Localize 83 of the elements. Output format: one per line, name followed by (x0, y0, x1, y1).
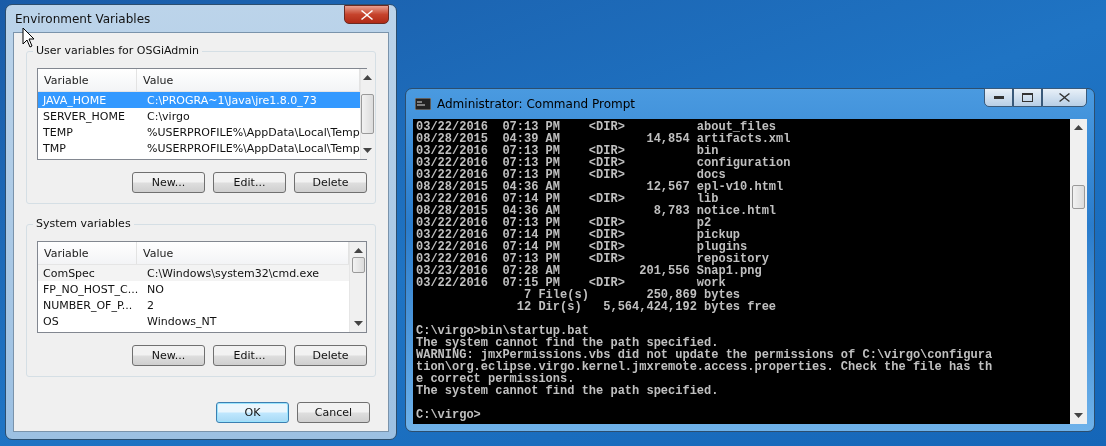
dialog-button[interactable]: New... (132, 172, 205, 193)
console-line: 08/28/2015 04:36 AM 12,567 epl-v10.html (416, 181, 785, 193)
console-line: 08/28/2015 04:36 AM 8,783 notice.html (416, 205, 778, 217)
console-line: WARNING: jmxPermissions.vbs did not update the permissions of C:\virgo\configura (416, 349, 994, 361)
column-header[interactable]: Variable (38, 69, 137, 91)
mouse-pointer-icon (22, 27, 36, 49)
console-line: 03/22/2016 07:13 PM <DIR> repository (416, 253, 770, 265)
close-icon (360, 9, 373, 20)
scrollbar-thumb[interactable] (360, 94, 374, 134)
console-line: 03/22/2016 07:13 PM <DIR> p2 (416, 217, 712, 229)
console-line: 03/23/2016 07:28 AM 201,556 Snap1.png (416, 265, 763, 277)
console-line: 12 Dir(s) 5,564,424,192 bytes free (515, 301, 778, 313)
variable-value: C:\Windows\system32\cmd.exe (146, 266, 321, 280)
console-line: The system cannot find the path specified. (416, 337, 720, 349)
console-line: 03/22/2016 07:14 PM <DIR> pickup (416, 229, 741, 241)
scroll-down-icon (1074, 413, 1083, 418)
close-button[interactable] (1042, 88, 1087, 107)
dialog-button[interactable]: Edit... (213, 345, 286, 366)
console-line: 03/22/2016 07:13 PM <DIR> configuration (416, 157, 792, 169)
close-button[interactable] (344, 5, 389, 24)
console-line: 03/22/2016 07:13 PM <DIR> bin (416, 145, 719, 157)
console-line: 03/22/2016 07:13 PM <DIR> about_files (416, 121, 777, 133)
list-row[interactable]: NUMBER_OF_P... 2 (38, 297, 349, 313)
console-line: 03/22/2016 07:14 PM <DIR> plugins (416, 241, 748, 253)
window-title: Environment Variables (14, 11, 151, 26)
scrollbar[interactable] (359, 69, 374, 159)
scroll-up-icon (353, 248, 363, 253)
console-line: e correct permissions. (416, 373, 575, 385)
variable-value: C:\PROGRA~1\Java\jre1.8.0_73 (146, 93, 318, 107)
dialog-button[interactable]: Edit... (213, 172, 286, 193)
variable-name: JAVA_HOME (43, 93, 108, 107)
scrollbar-thumb[interactable] (1072, 185, 1085, 209)
close-icon (1059, 93, 1070, 102)
console-line: 08/28/2015 04:39 AM 14,854 artifacts.xml (416, 133, 792, 145)
column-header[interactable]: Variable (38, 242, 137, 264)
list-row[interactable]: TEMP %USERPROFILE%\AppData\Local\Temp (38, 124, 360, 140)
scroll-down-icon (353, 321, 363, 326)
console-line: 03/22/2016 07:15 PM <DIR> work (416, 277, 726, 289)
list-row[interactable]: OS Windows_NT (38, 313, 349, 329)
variable-value: %USERPROFILE%\AppData\Local\Temp (146, 125, 360, 139)
dialog-button[interactable]: Cancel (297, 402, 370, 423)
variable-name: OS (43, 314, 60, 328)
list-row[interactable]: FP_NO_HOST_C... NO (38, 281, 349, 297)
dialog-button[interactable]: Delete (294, 172, 367, 193)
scrollbar-thumb[interactable] (351, 257, 365, 273)
console-line: C:\virgo>bin\startup.bat (416, 325, 590, 337)
minimize-button[interactable] (984, 88, 1013, 107)
variable-name: SERVER_HOME (43, 109, 126, 123)
variable-name: TMP (43, 141, 67, 155)
variable-value: NO (146, 282, 165, 296)
maximize-button[interactable] (1013, 88, 1042, 107)
list-row[interactable]: ComSpec C:\Windows\system32\cmd.exe (38, 265, 349, 281)
dialog-button[interactable]: OK (216, 402, 289, 423)
variable-value: 2 (146, 298, 155, 312)
column-header[interactable]: Value (137, 69, 360, 91)
console-line: 03/22/2016 07:14 PM <DIR> lib (416, 193, 719, 205)
variable-value: %USERPROFILE%\AppData\Local\Temp (146, 141, 360, 155)
minimize-icon (993, 95, 1004, 100)
list-row[interactable]: SERVER_HOME C:\virgo (38, 108, 360, 124)
window-title: Administrator: Command Prompt (437, 97, 636, 111)
console-line: C:\virgo> (416, 409, 482, 421)
dialog-button[interactable]: Delete (294, 345, 367, 366)
console-line: The system cannot find the path specified. (416, 385, 720, 397)
console-icon (415, 98, 431, 110)
scroll-up-icon (362, 75, 372, 80)
dialog-button[interactable]: New... (132, 345, 205, 366)
variable-name: FP_NO_HOST_C... (43, 282, 140, 296)
console-line: tion\org.eclipse.virgo.kernel.jmxremote.access.properties. Check the file has th (416, 361, 994, 373)
scroll-up-icon (1074, 125, 1083, 130)
list-row[interactable]: TMP %USERPROFILE%\AppData\Local\Temp (38, 140, 360, 156)
console-line: 03/22/2016 07:13 PM <DIR> docs (416, 169, 726, 181)
console-line: 7 File(s) 250,869 bytes (524, 289, 742, 301)
variable-name: NUMBER_OF_P... (43, 298, 134, 312)
group-title: User variables for OSGiAdmin (33, 44, 203, 57)
variable-value: C:\virgo (146, 109, 191, 123)
scrollbar[interactable] (1070, 119, 1087, 424)
scrollbar[interactable] (349, 242, 366, 332)
scroll-down-icon (362, 148, 372, 153)
variable-name: TEMP (43, 125, 74, 139)
group-title: System variables (33, 217, 134, 230)
variable-name: ComSpec (43, 266, 96, 280)
maximize-icon (1022, 93, 1033, 102)
variable-value: Windows_NT (146, 314, 218, 328)
